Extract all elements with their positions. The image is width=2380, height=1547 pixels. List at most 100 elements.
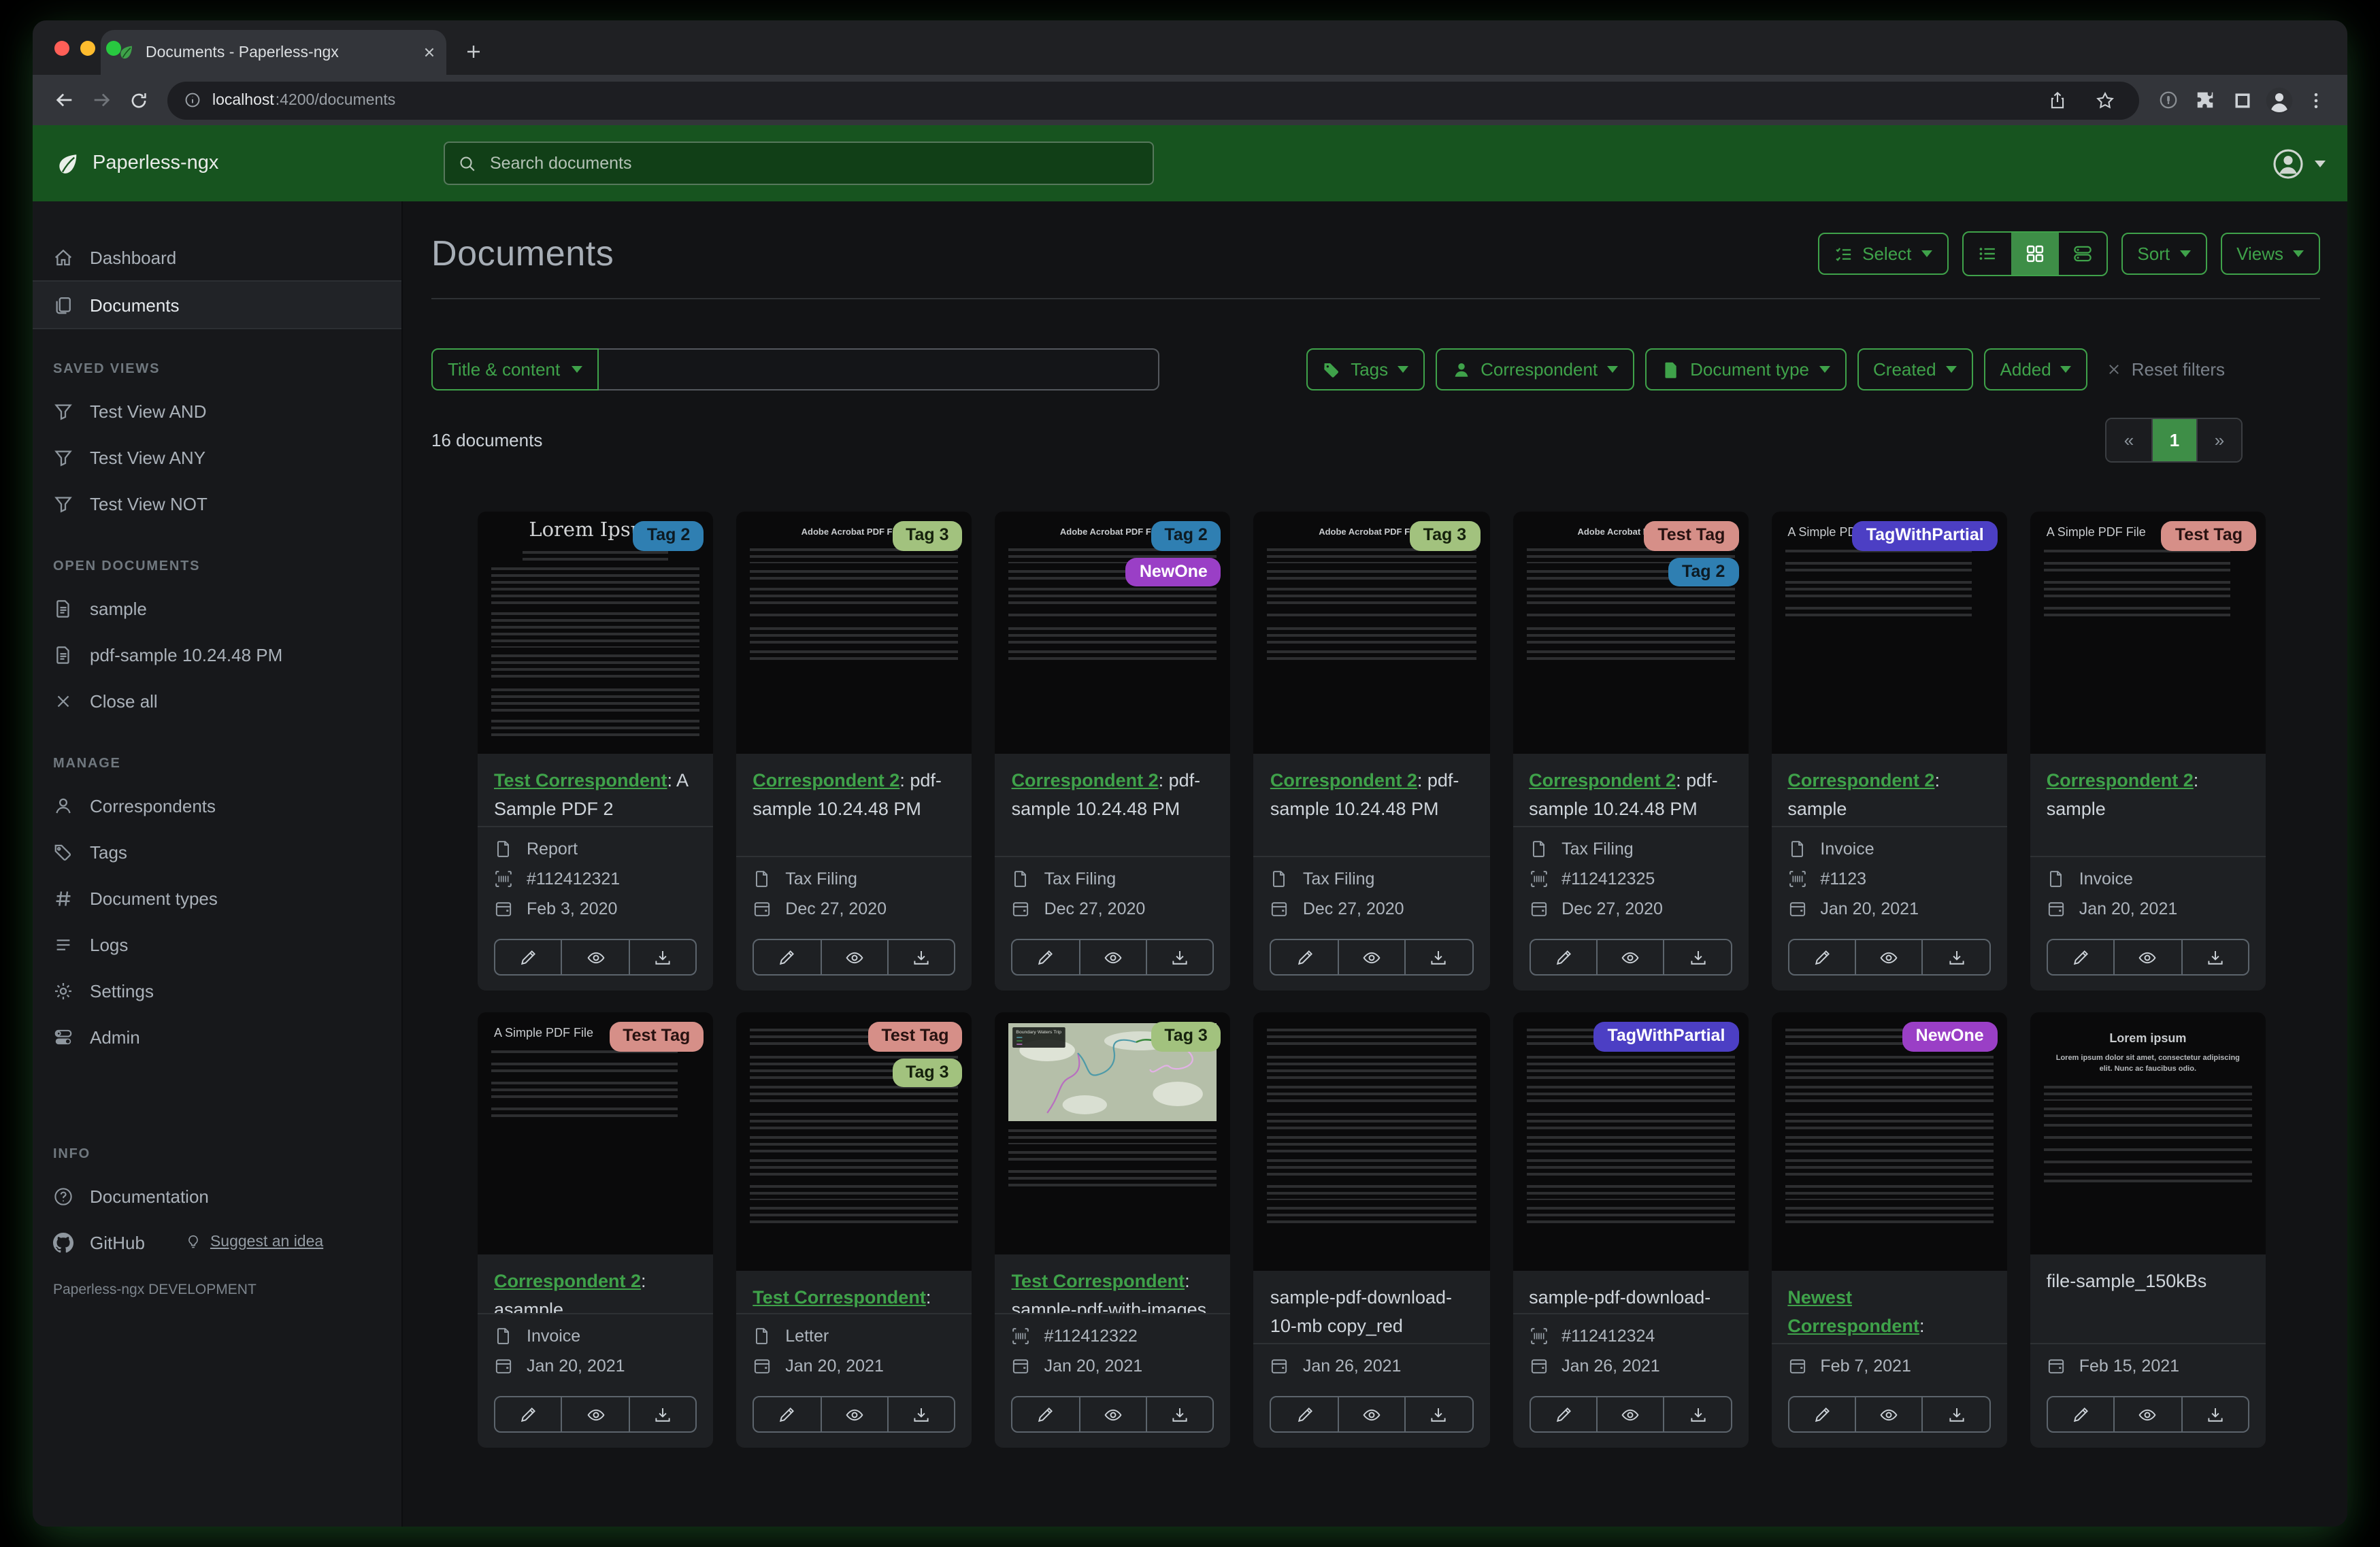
- site-info-icon[interactable]: [184, 91, 201, 109]
- sidebar-item-documents[interactable]: Documents: [33, 280, 401, 329]
- view-mode-list-button[interactable]: [1963, 233, 2011, 275]
- new-tab-button[interactable]: [454, 33, 493, 71]
- tag-badge[interactable]: TagWithPartial: [1593, 1022, 1739, 1052]
- download-document-button[interactable]: [629, 939, 697, 976]
- correspondent-link[interactable]: Test Correspondent: [1012, 1271, 1185, 1291]
- document-thumbnail[interactable]: Lorem Ipsum Tag 2: [478, 512, 714, 754]
- view-document-button[interactable]: [1597, 939, 1665, 976]
- minimize-window-button[interactable]: [80, 41, 95, 56]
- created-filter-button[interactable]: Created: [1857, 348, 1973, 390]
- share-icon[interactable]: [2038, 82, 2075, 118]
- browser-profile-avatar[interactable]: [2260, 82, 2297, 118]
- document-thumbnail[interactable]: NewOne: [1771, 1012, 2007, 1271]
- edit-document-button[interactable]: [1270, 1396, 1339, 1433]
- tag-badge[interactable]: Test Tag: [1644, 521, 1739, 551]
- download-document-button[interactable]: [1923, 939, 1991, 976]
- correspondent-link[interactable]: Correspondent 2: [1787, 770, 1934, 791]
- edit-document-button[interactable]: [753, 1396, 822, 1433]
- document-thumbnail[interactable]: Test Tag Tag 3: [736, 1012, 972, 1271]
- views-button[interactable]: Views: [2220, 233, 2320, 275]
- tag-badge[interactable]: Tag 3: [1409, 521, 1481, 551]
- sidebar-item-correspondents[interactable]: Correspondents: [33, 782, 401, 829]
- download-document-button[interactable]: [1147, 1396, 1214, 1433]
- document-thumbnail[interactable]: Adobe Acrobat PDF Files Tag 3: [736, 512, 972, 754]
- document-thumbnail[interactable]: TagWithPartial: [1513, 1012, 1749, 1271]
- pagination-page-1-button[interactable]: 1: [2151, 419, 2196, 461]
- tag-badge[interactable]: Tag 3: [892, 1058, 963, 1088]
- document-thumbnail[interactable]: A Simple PDF File Test Tag: [2030, 512, 2266, 754]
- back-button[interactable]: [46, 82, 83, 118]
- reload-button[interactable]: [120, 82, 156, 118]
- edit-document-button[interactable]: [1787, 1396, 1857, 1433]
- tags-filter-button[interactable]: Tags: [1306, 348, 1425, 390]
- edit-document-button[interactable]: [1011, 1396, 1080, 1433]
- correspondent-link[interactable]: Correspondent 2: [2047, 770, 2194, 791]
- tab-groups-icon[interactable]: [2224, 82, 2260, 118]
- document-thumbnail[interactable]: Adobe Acrobat PDF Files Test Tag Tag 2: [1513, 512, 1749, 754]
- app-brand[interactable]: Paperless-ngx: [54, 150, 444, 176]
- view-document-button[interactable]: [1080, 939, 1148, 976]
- view-document-button[interactable]: [2115, 939, 2183, 976]
- view-document-button[interactable]: [1856, 1396, 1923, 1433]
- tag-badge[interactable]: NewOne: [1902, 1022, 1998, 1052]
- correspondent-link[interactable]: Correspondent 2: [1529, 770, 1676, 791]
- view-document-button[interactable]: [1338, 1396, 1406, 1433]
- correspondent-filter-button[interactable]: Correspondent: [1436, 348, 1635, 390]
- view-mode-detail-button[interactable]: [2058, 233, 2106, 275]
- edit-document-button[interactable]: [494, 1396, 563, 1433]
- global-search[interactable]: [444, 142, 1154, 185]
- password-manager-icon[interactable]: [2150, 82, 2187, 118]
- correspondent-link[interactable]: Correspondent 2: [1012, 770, 1159, 791]
- sidebar-item-close-all[interactable]: Close all: [33, 678, 401, 724]
- document-thumbnail[interactable]: Boundary Waters Trip Tag 3: [995, 1012, 1231, 1254]
- tag-badge[interactable]: Tag 2: [633, 521, 704, 551]
- view-document-button[interactable]: [1080, 1396, 1148, 1433]
- download-document-button[interactable]: [888, 939, 956, 976]
- correspondent-link[interactable]: Test Correspondent: [494, 770, 667, 791]
- tab-close-icon[interactable]: [423, 46, 435, 59]
- extensions-puzzle-icon[interactable]: [2187, 82, 2224, 118]
- tag-badge[interactable]: Tag 2: [1668, 557, 1739, 587]
- sort-button[interactable]: Sort: [2121, 233, 2207, 275]
- global-search-input[interactable]: [487, 152, 1139, 174]
- pagination-first-button[interactable]: «: [2106, 419, 2151, 461]
- view-document-button[interactable]: [1338, 939, 1406, 976]
- document-type-filter-button[interactable]: Document type: [1645, 348, 1847, 390]
- download-document-button[interactable]: [2182, 1396, 2249, 1433]
- address-bar[interactable]: localhost:4200/documents: [167, 81, 2139, 119]
- sidebar-item-dashboard[interactable]: Dashboard: [33, 234, 401, 280]
- correspondent-link[interactable]: Correspondent 2: [753, 770, 899, 791]
- correspondent-link[interactable]: Correspondent 2: [494, 1271, 641, 1291]
- edit-document-button[interactable]: [2046, 1396, 2115, 1433]
- document-thumbnail[interactable]: [1253, 1012, 1490, 1271]
- document-thumbnail[interactable]: Adobe Acrobat PDF Files Tag 2 NewOne: [995, 512, 1231, 754]
- edit-document-button[interactable]: [1529, 939, 1598, 976]
- browser-menu-kebab-icon[interactable]: [2297, 82, 2334, 118]
- edit-document-button[interactable]: [1787, 939, 1857, 976]
- sidebar-item-logs[interactable]: Logs: [33, 921, 401, 967]
- bookmark-star-icon[interactable]: [2086, 82, 2123, 118]
- sidebar-item-admin[interactable]: Admin: [33, 1014, 401, 1060]
- correspondent-link[interactable]: Test Correspondent: [753, 1287, 926, 1308]
- text-filter-input[interactable]: [598, 348, 1159, 390]
- document-thumbnail[interactable]: A Simple PDF File Test Tag: [478, 1012, 714, 1254]
- sidebar-item-settings[interactable]: Settings: [33, 967, 401, 1014]
- tag-badge[interactable]: Tag 3: [892, 521, 963, 551]
- download-document-button[interactable]: [888, 1396, 956, 1433]
- view-document-button[interactable]: [821, 1396, 889, 1433]
- tag-badge[interactable]: Test Tag: [609, 1022, 704, 1052]
- edit-document-button[interactable]: [753, 939, 822, 976]
- view-mode-grid-button[interactable]: [2011, 233, 2059, 275]
- tag-badge[interactable]: Test Tag: [2161, 521, 2256, 551]
- download-document-button[interactable]: [1147, 939, 1214, 976]
- document-thumbnail[interactable]: A Simple PDF File TagWithPartial: [1771, 512, 2007, 754]
- download-document-button[interactable]: [1664, 939, 1732, 976]
- correspondent-link[interactable]: Newest Correspondent: [1787, 1287, 1919, 1336]
- sidebar-item-open-doc-pdf-sample[interactable]: pdf-sample 10.24.48 PM: [33, 631, 401, 678]
- edit-document-button[interactable]: [1270, 939, 1339, 976]
- sidebar-item-test-view-and[interactable]: Test View AND: [33, 388, 401, 434]
- sidebar-item-github[interactable]: GitHub: [53, 1232, 145, 1252]
- sidebar-item-documentation[interactable]: Documentation: [33, 1173, 401, 1219]
- pagination-last-button[interactable]: »: [2196, 419, 2241, 461]
- edit-document-button[interactable]: [1529, 1396, 1598, 1433]
